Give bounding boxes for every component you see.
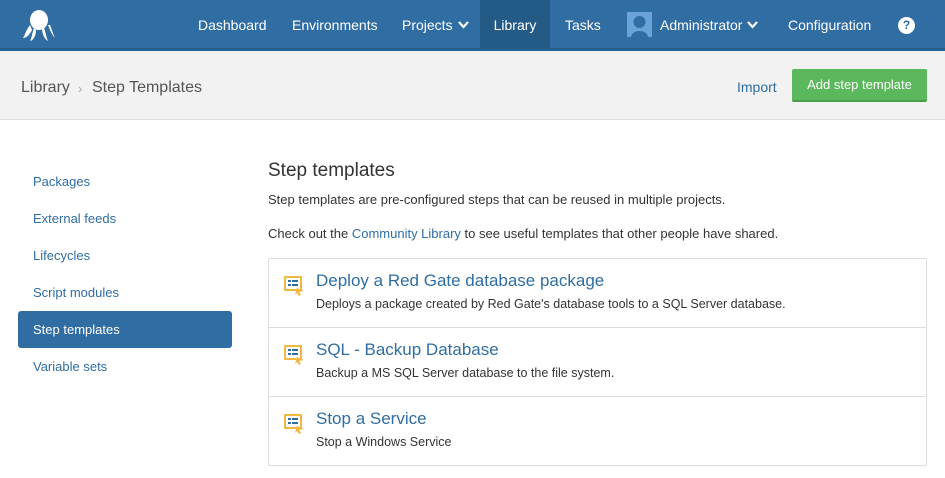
- section-description: Step templates are pre-configured steps …: [268, 192, 726, 207]
- nav-tasks[interactable]: Tasks: [551, 0, 615, 48]
- template-name[interactable]: Stop a Service: [316, 409, 427, 429]
- sidebar-item-packages[interactable]: Packages: [18, 163, 232, 200]
- nav-projects-label: Projects: [402, 17, 453, 33]
- step-template-icon: [284, 276, 304, 296]
- top-nav: Dashboard Environments Projects Library …: [0, 0, 945, 51]
- community-library-link[interactable]: Community Library: [352, 226, 461, 241]
- template-description: Stop a Windows Service: [316, 435, 452, 449]
- step-template-icon: [284, 414, 304, 434]
- breadcrumb-separator: ›: [78, 81, 83, 96]
- list-item[interactable]: Deploy a Red Gate database package Deplo…: [269, 259, 926, 328]
- nav-environments[interactable]: Environments: [278, 0, 392, 48]
- template-name[interactable]: SQL - Backup Database: [316, 340, 499, 360]
- community-prefix: Check out the: [268, 226, 352, 241]
- page-title: Step Templates: [92, 79, 202, 96]
- nav-administrator-label: Administrator: [660, 17, 743, 33]
- sidebar-item-step-templates[interactable]: Step templates: [18, 311, 232, 348]
- add-step-template-button[interactable]: Add step template: [792, 69, 927, 102]
- step-template-icon: [284, 345, 304, 365]
- help-icon[interactable]: ?: [898, 17, 915, 34]
- sidebar-item-lifecycles[interactable]: Lifecycles: [18, 237, 232, 274]
- nav-library[interactable]: Library: [480, 0, 550, 48]
- nav-configuration[interactable]: Configuration: [774, 0, 885, 48]
- breadcrumb-library[interactable]: Library: [21, 79, 70, 97]
- nav-projects[interactable]: Projects: [388, 0, 483, 48]
- list-item[interactable]: SQL - Backup Database Backup a MS SQL Se…: [269, 328, 926, 397]
- step-template-list: Deploy a Red Gate database package Deplo…: [268, 258, 927, 466]
- chevron-down-icon: [747, 21, 759, 29]
- nav-dashboard[interactable]: Dashboard: [184, 0, 281, 48]
- section-title: Step templates: [268, 160, 395, 181]
- user-avatar-icon: [627, 12, 652, 37]
- community-suffix: to see useful templates that other peopl…: [460, 226, 779, 241]
- community-note: Check out the Community Library to see u…: [268, 226, 778, 241]
- template-description: Backup a MS SQL Server database to the f…: [316, 366, 615, 380]
- template-name[interactable]: Deploy a Red Gate database package: [316, 271, 604, 291]
- octopus-logo-icon[interactable]: [22, 8, 56, 42]
- nav-administrator[interactable]: Administrator: [660, 0, 759, 48]
- avatar[interactable]: [627, 12, 652, 37]
- list-item[interactable]: Stop a Service Stop a Windows Service: [269, 397, 926, 466]
- sidebar-item-script-modules[interactable]: Script modules: [18, 274, 232, 311]
- chevron-down-icon: [457, 21, 469, 29]
- sidebar-item-variable-sets[interactable]: Variable sets: [18, 348, 232, 385]
- template-description: Deploys a package created by Red Gate's …: [316, 297, 786, 311]
- sidebar-item-external-feeds[interactable]: External feeds: [18, 200, 232, 237]
- import-link[interactable]: Import: [737, 79, 777, 95]
- breadcrumb: Library › Step Templates Import Add step…: [0, 51, 945, 120]
